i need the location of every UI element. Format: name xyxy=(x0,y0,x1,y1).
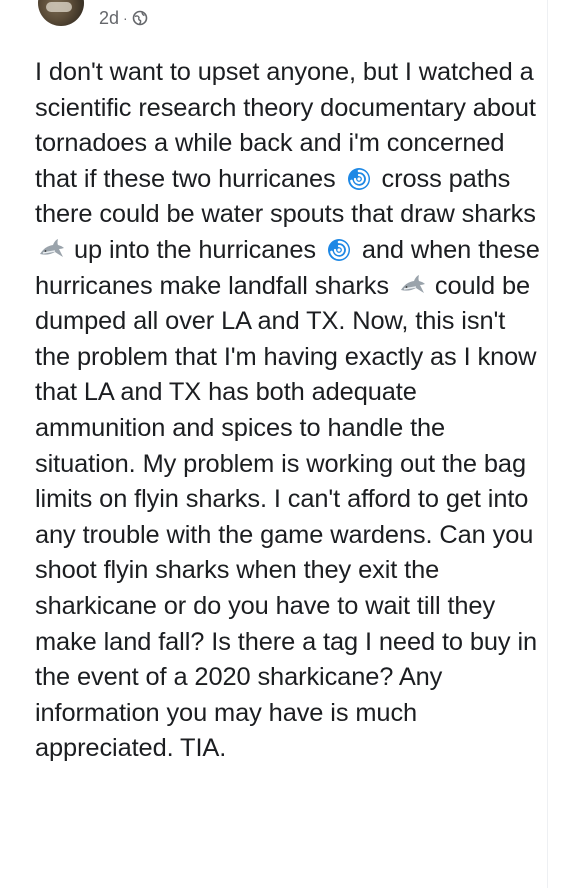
shark-icon xyxy=(398,273,426,299)
post-timestamp[interactable]: 2d xyxy=(99,8,119,29)
post-text-segment: could be dumped all over LA and TX. Now,… xyxy=(35,271,538,763)
post-paragraph: I don't want to upset anyone, but I watc… xyxy=(35,55,540,767)
shark-icon xyxy=(37,237,65,263)
post-text: I don't want to upset anyone, but I watc… xyxy=(35,55,540,767)
post-header: 2d · xyxy=(0,0,568,36)
post-text-segment: up into the hurricanes xyxy=(67,235,323,264)
cyclone-icon xyxy=(345,166,373,192)
card-border xyxy=(547,0,548,888)
globe-icon[interactable] xyxy=(132,10,148,26)
post-card: 2d · I don't want to upset anyone, but I… xyxy=(0,0,568,888)
cyclone-icon xyxy=(325,237,353,263)
meta-separator: · xyxy=(123,10,128,26)
post-meta: 2d · xyxy=(99,5,148,31)
avatar[interactable] xyxy=(38,0,84,26)
